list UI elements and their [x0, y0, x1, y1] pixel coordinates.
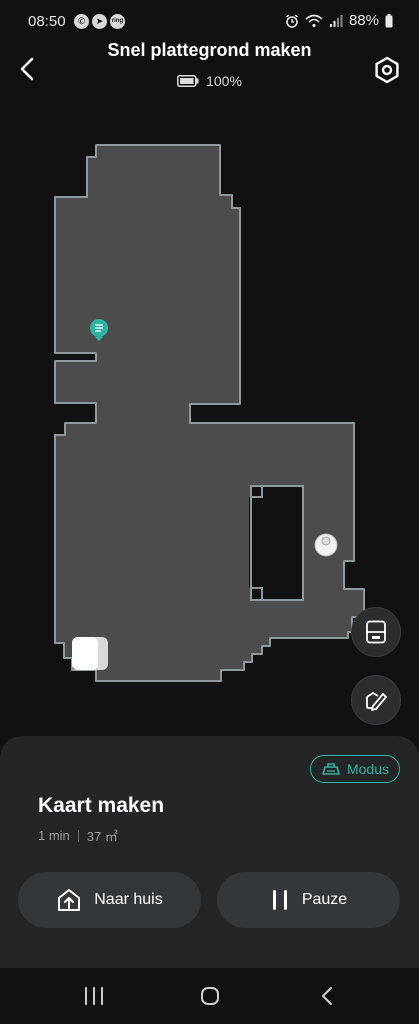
gear-icon: [375, 56, 399, 84]
whatsapp-icon: ✆: [74, 14, 89, 29]
system-nav-bar: [0, 968, 419, 1024]
status-app-icons: ✆ ➤ ring: [74, 14, 125, 29]
recents-button[interactable]: [79, 984, 109, 1008]
status-right: 88%: [285, 12, 393, 29]
battery-icon: [385, 13, 393, 27]
signal-bars-icon: [329, 14, 343, 27]
home-upload-icon: [58, 889, 81, 911]
home-circle-icon: [201, 987, 219, 1005]
pause-icon: [272, 890, 287, 910]
home-button[interactable]: [195, 984, 225, 1008]
settings-button[interactable]: [373, 56, 401, 84]
edit-map-button[interactable]: [351, 675, 401, 725]
page-title: Snel plattegrond maken: [107, 40, 312, 60]
app-screen: 08:50 ✆ ➤ ring 88% Snel plattegrond make…: [0, 0, 419, 1024]
recents-icon: [85, 987, 103, 1005]
pause-button[interactable]: Pauze: [217, 872, 400, 928]
charging-station-icon: [72, 637, 108, 670]
dock-station-button[interactable]: [351, 607, 401, 657]
task-meta: 1 min 37 ㎡: [38, 826, 118, 845]
mode-label: Modus: [346, 761, 389, 777]
map-floor: [54, 144, 365, 682]
robot-mode-icon: [322, 763, 340, 775]
status-time: 08:50: [28, 13, 66, 30]
edit-map-icon: [366, 692, 387, 711]
alarm-icon: [286, 13, 298, 28]
system-back-button[interactable]: [312, 984, 342, 1008]
robot-battery: 100%: [0, 73, 419, 89]
robot-battery-percent: 100%: [206, 73, 242, 89]
status-sheet: Modus Kaart maken 1 min 37 ㎡ Naar huis P…: [0, 736, 419, 968]
go-home-label: Naar huis: [94, 891, 163, 908]
task-duration: 1 min: [38, 828, 70, 843]
meta-separator: [77, 829, 79, 842]
ring-icon: ring: [110, 14, 125, 29]
pause-label: Pauze: [301, 891, 348, 908]
status-bar: 08:50 ✆ ➤ ring 88%: [0, 0, 419, 44]
robot-icon: [314, 533, 338, 557]
back-arrow-icon: [322, 987, 332, 1005]
wifi-icon: [305, 14, 323, 27]
signal-icon: ➤: [92, 14, 107, 29]
status-battery-text: 88%: [348, 12, 379, 29]
dock-station-icon: [366, 620, 386, 644]
task-area: 37 ㎡: [86, 829, 118, 844]
mode-button[interactable]: Modus: [309, 755, 400, 783]
task-title: Kaart maken: [38, 794, 165, 817]
robot-battery-icon: [177, 75, 199, 87]
go-home-button[interactable]: Naar huis: [18, 872, 201, 928]
